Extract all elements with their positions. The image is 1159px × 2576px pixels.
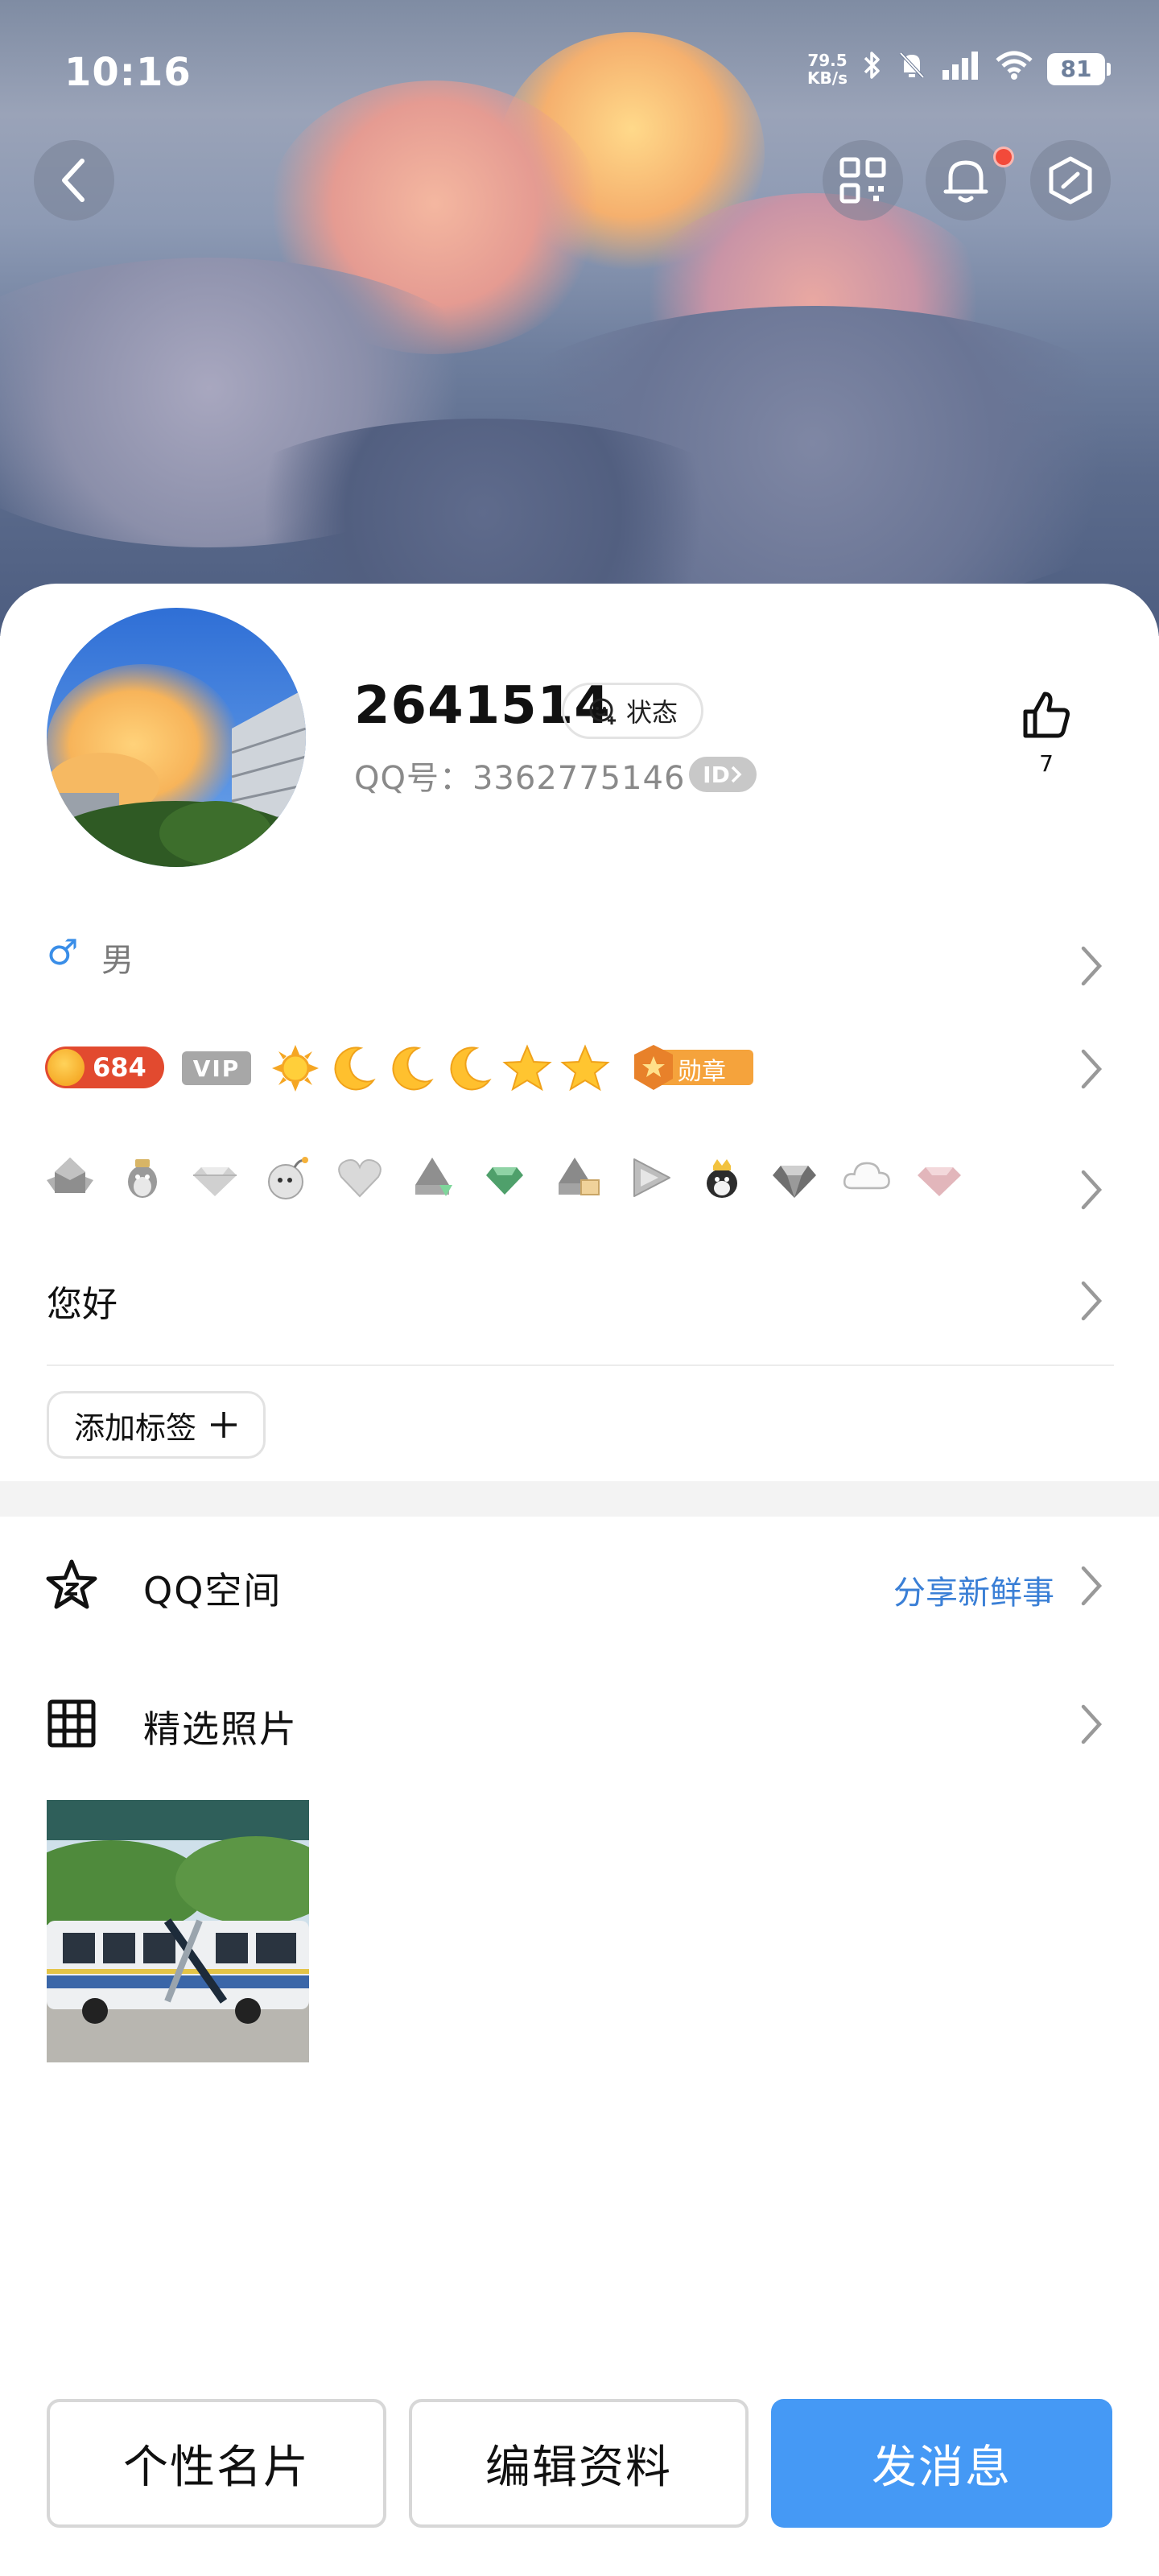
status-label: 状态	[625, 697, 678, 728]
chevron-right-icon[interactable]	[1075, 1277, 1107, 1325]
battery-icon: 81	[1047, 52, 1111, 85]
back-button[interactable]	[34, 140, 114, 221]
status-plus-icon	[589, 698, 616, 724]
like-count: 7	[1039, 750, 1054, 777]
moon-icon	[334, 1046, 376, 1091]
penguin-hat-icon	[128, 1159, 157, 1198]
wifi-icon	[996, 51, 1033, 87]
signature-text[interactable]: 您好	[47, 1275, 118, 1327]
like-button[interactable]	[1016, 689, 1077, 744]
moon-icon	[450, 1046, 492, 1091]
settings-button[interactable]	[1030, 140, 1111, 221]
chevron-right-icon[interactable]	[1075, 1562, 1107, 1610]
plus-icon	[211, 1412, 237, 1438]
id-badge-button[interactable]: ID	[689, 757, 757, 792]
moon-icon	[392, 1046, 434, 1091]
diamond-pink-icon	[918, 1167, 961, 1196]
chevron-right-icon[interactable]	[1075, 1166, 1107, 1214]
featured-photo-thumbnail[interactable]	[47, 1800, 309, 2062]
qrcode-icon	[839, 157, 886, 204]
edit-profile-button[interactable]: 编辑资料	[409, 2399, 749, 2528]
qq-number: QQ号：3362775146	[354, 760, 686, 797]
signal-icon	[941, 51, 981, 87]
star-icon	[560, 1044, 610, 1092]
star-outline-icon	[46, 1559, 97, 1609]
cloud-icon	[843, 1162, 890, 1190]
divider	[47, 1364, 1114, 1366]
hexagon-settings-icon	[1049, 156, 1092, 204]
penguin-grey-icon	[47, 1158, 93, 1193]
heart-icon	[338, 1159, 382, 1198]
level-stars[interactable]	[270, 1043, 617, 1095]
notification-dot	[993, 147, 1014, 167]
level-badge[interactable]: 684	[45, 1046, 164, 1088]
status-time: 10:16	[64, 50, 192, 95]
chevron-right-icon	[731, 766, 742, 783]
gender-label: 男	[101, 942, 134, 979]
profile-page: 10:16 79.5 KB/s 81 2641514 状态 QQ号：336277…	[0, 0, 1159, 2576]
grid-icon	[47, 1699, 96, 1748]
bluetooth-icon	[862, 50, 883, 88]
chevron-left-icon	[62, 159, 85, 202]
badge-wall[interactable]	[45, 1151, 979, 1208]
play-icon	[633, 1158, 670, 1197]
penguin-book-icon	[559, 1158, 600, 1195]
diamond-icon	[193, 1167, 237, 1196]
net-speed: 79.5 KB/s	[807, 50, 848, 88]
penguin-gem-icon	[415, 1158, 452, 1196]
vip-badge[interactable]: VIP	[182, 1051, 251, 1085]
profile-card-button[interactable]: 个性名片	[47, 2399, 386, 2528]
chevron-right-icon[interactable]	[1075, 1045, 1107, 1093]
share-news-link[interactable]: 分享新鲜事	[893, 1567, 1054, 1613]
mute-icon	[897, 50, 926, 88]
photos-title: 精选照片	[143, 1707, 298, 1751]
male-icon: ♂	[47, 932, 79, 973]
avatar[interactable]	[47, 608, 306, 867]
send-message-button[interactable]: 发消息	[771, 2399, 1112, 2528]
add-tag-button[interactable]: 添加标签	[47, 1391, 266, 1459]
status-bar: 10:16 79.5 KB/s 81	[0, 0, 1159, 145]
notification-button[interactable]	[926, 140, 1014, 221]
chevron-right-icon[interactable]	[1075, 942, 1107, 990]
qrcode-button[interactable]	[823, 140, 903, 221]
status-icons: 79.5 KB/s 81	[807, 50, 1111, 88]
emerald-icon	[486, 1167, 523, 1195]
chevron-right-icon[interactable]	[1075, 1700, 1107, 1748]
sun-icon	[272, 1045, 319, 1092]
section-gap	[0, 1481, 1159, 1517]
coin-icon	[47, 1049, 85, 1086]
bell-icon	[943, 160, 988, 203]
medal-label: 勋章	[678, 1058, 726, 1086]
thumbs-up-icon	[1023, 691, 1070, 738]
status-button[interactable]: 状态	[562, 683, 703, 739]
qzone-title: QQ空间	[143, 1569, 283, 1612]
star-icon	[502, 1044, 552, 1092]
diamond-dark-icon	[773, 1166, 816, 1198]
penguin-bomb-icon	[268, 1157, 308, 1199]
penguin-crown-icon	[707, 1159, 737, 1198]
